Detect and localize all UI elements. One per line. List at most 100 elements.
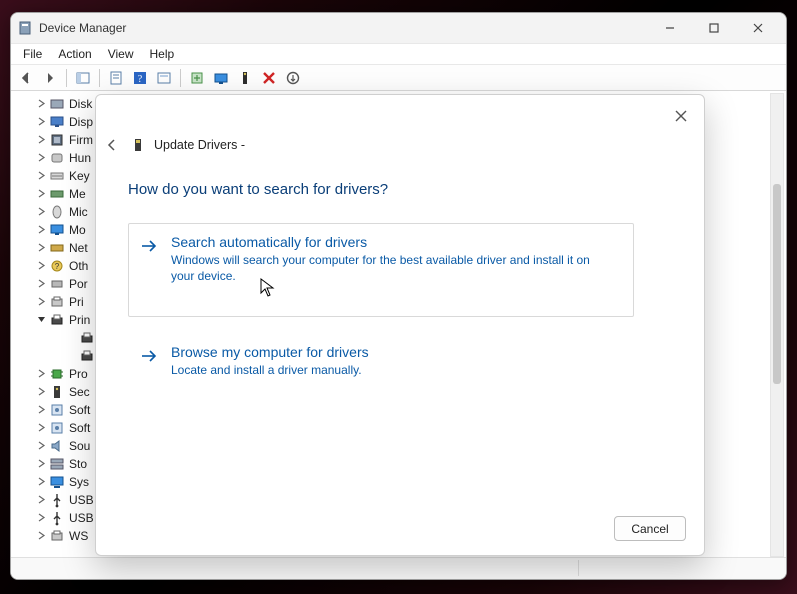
window-title: Device Manager	[39, 21, 126, 35]
tree-item-label: Key	[69, 169, 90, 183]
tree-item-label: Disp	[69, 115, 93, 129]
tree-item-label: Mic	[69, 205, 88, 219]
titlebar[interactable]: Device Manager	[11, 13, 786, 43]
dialog-close-button[interactable]	[668, 103, 694, 129]
toolbar-separator	[99, 69, 100, 87]
svg-text:?: ?	[55, 262, 60, 271]
close-button[interactable]	[736, 14, 780, 42]
statusbar	[11, 557, 786, 579]
tree-item-label: Disk	[69, 97, 92, 111]
expander-icon[interactable]	[35, 423, 47, 434]
software-icon	[49, 420, 65, 436]
storage-icon	[49, 456, 65, 472]
arrow-right-icon	[139, 346, 159, 366]
expander-icon[interactable]	[35, 225, 47, 236]
expander-icon[interactable]	[35, 189, 47, 200]
expander-icon[interactable]	[35, 279, 47, 290]
tree-item-label: WS	[69, 529, 88, 543]
keyboard-icon	[49, 168, 65, 184]
software-icon	[49, 402, 65, 418]
wsd-icon	[49, 528, 65, 544]
memory-icon	[49, 186, 65, 202]
security-icon	[49, 384, 65, 400]
add-legacy-hardware-button[interactable]	[234, 67, 256, 89]
usb-icon	[49, 492, 65, 508]
help-button[interactable]: ?	[129, 67, 151, 89]
tree-item-label: Soft	[69, 403, 90, 417]
toolbar: ?	[11, 65, 786, 91]
expander-icon[interactable]	[35, 513, 47, 524]
disk-icon	[49, 96, 65, 112]
expander-icon[interactable]	[35, 495, 47, 506]
maximize-button[interactable]	[692, 14, 736, 42]
tree-item-label: Sys	[69, 475, 89, 489]
svg-text:?: ?	[138, 74, 143, 85]
arrow-right-icon	[139, 236, 159, 256]
printer-icon	[79, 348, 95, 364]
tree-item-label: Soft	[69, 421, 90, 435]
tree-item-label: Pri	[69, 295, 84, 309]
menu-action[interactable]: Action	[50, 45, 99, 63]
tree-item-label: Sou	[69, 439, 90, 453]
tree-item-label: Pro	[69, 367, 88, 381]
expander-icon[interactable]	[35, 135, 47, 146]
toolbar-separator	[180, 69, 181, 87]
tree-item-label: Me	[69, 187, 86, 201]
option-title: Search automatically for drivers	[171, 234, 615, 250]
minimize-button[interactable]	[648, 14, 692, 42]
update-driver-button[interactable]	[186, 67, 208, 89]
system-icon	[49, 474, 65, 490]
tree-item-label: Oth	[69, 259, 88, 273]
tree-item-label: USB	[69, 511, 94, 525]
dialog-header: Update Drivers -	[102, 135, 245, 155]
dialog-title: Update Drivers -	[154, 138, 245, 152]
tree-item-label: Por	[69, 277, 88, 291]
expander-icon[interactable]	[35, 243, 47, 254]
expander-icon[interactable]	[35, 99, 47, 110]
dialog-back-button[interactable]	[102, 135, 122, 155]
update-drivers-dialog: Update Drivers - How do you want to sear…	[95, 94, 705, 556]
scan-hardware-button[interactable]	[210, 67, 232, 89]
printqueue-icon	[49, 294, 65, 310]
expander-icon[interactable]	[35, 369, 47, 380]
show-hide-tree-button[interactable]	[72, 67, 94, 89]
network-icon	[49, 240, 65, 256]
cancel-button[interactable]: Cancel	[614, 516, 686, 541]
expander-icon[interactable]	[35, 207, 47, 218]
tree-item-label: Mo	[69, 223, 86, 237]
tree-item-label: Sec	[69, 385, 90, 399]
menu-help[interactable]: Help	[142, 45, 183, 63]
search-automatically-option[interactable]: Search automatically for drivers Windows…	[128, 223, 634, 317]
expander-icon[interactable]	[35, 297, 47, 308]
expander-icon[interactable]	[35, 315, 47, 326]
expander-icon[interactable]	[35, 153, 47, 164]
expander-icon[interactable]	[35, 441, 47, 452]
expander-icon[interactable]	[35, 171, 47, 182]
uninstall-device-button[interactable]	[258, 67, 280, 89]
expander-icon[interactable]	[35, 459, 47, 470]
menu-file[interactable]: File	[15, 45, 50, 63]
sound-icon	[49, 438, 65, 454]
device-manager-icon	[17, 20, 33, 36]
option-description: Windows will search your computer for th…	[171, 252, 601, 284]
expander-icon[interactable]	[35, 261, 47, 272]
expander-icon[interactable]	[35, 405, 47, 416]
browse-computer-option[interactable]: Browse my computer for drivers Locate an…	[128, 333, 634, 391]
display-icon	[49, 114, 65, 130]
expander-icon[interactable]	[35, 531, 47, 542]
firmware-icon	[49, 132, 65, 148]
scrollbar-thumb[interactable]	[773, 184, 781, 384]
tree-item-label: Prin	[69, 313, 90, 327]
scan-for-changes-button[interactable]	[282, 67, 304, 89]
action-icon-button[interactable]	[153, 67, 175, 89]
scrollbar-vertical[interactable]	[770, 93, 784, 557]
properties-button[interactable]	[105, 67, 127, 89]
tree-item-label: Net	[69, 241, 88, 255]
expander-icon[interactable]	[35, 117, 47, 128]
menu-view[interactable]: View	[100, 45, 142, 63]
nav-forward-button[interactable]	[39, 67, 61, 89]
expander-icon[interactable]	[35, 387, 47, 398]
nav-back-button[interactable]	[15, 67, 37, 89]
expander-icon[interactable]	[35, 477, 47, 488]
option-description: Locate and install a driver manually.	[171, 362, 601, 378]
